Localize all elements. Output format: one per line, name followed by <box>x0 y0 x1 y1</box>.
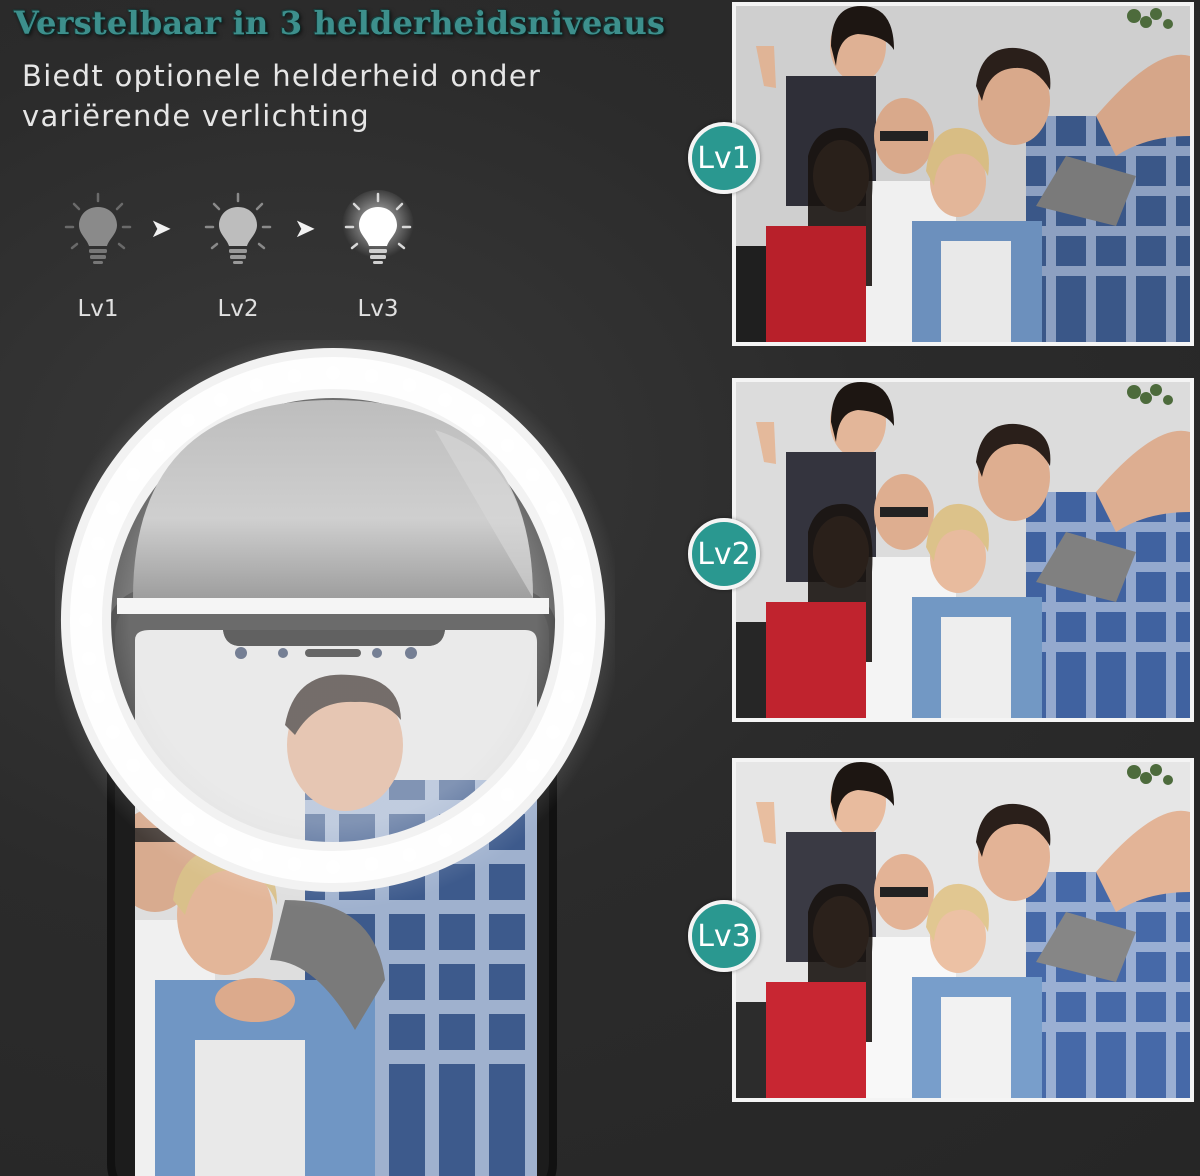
led-dot <box>91 689 106 704</box>
led-dot <box>438 833 453 848</box>
led-dot <box>213 392 228 407</box>
led-dot <box>180 812 195 827</box>
led-dot <box>287 857 302 871</box>
led-dot <box>364 857 379 871</box>
led-dot <box>79 613 93 627</box>
level-label-lv1: Lv1 <box>77 296 119 322</box>
arrow-right-icon: ➤ <box>294 214 316 244</box>
led-dot <box>105 500 120 515</box>
led-dot <box>402 378 417 393</box>
led-dot <box>213 833 228 848</box>
led-dot <box>180 413 195 428</box>
page-subtitle: Biedt optionele helderheid onder variëre… <box>22 59 542 133</box>
led-dot <box>560 536 575 551</box>
led-dot <box>151 438 166 453</box>
medium-bulb-icon <box>198 190 278 270</box>
level-label-lv2: Lv2 <box>217 296 259 322</box>
led-dot <box>82 651 96 666</box>
led-dot <box>525 758 540 773</box>
led-dot <box>249 847 264 862</box>
led-dot <box>570 574 584 589</box>
badge-lv3: Lv3 <box>688 900 760 972</box>
group-selfie-photo <box>736 762 1190 1098</box>
led-dot <box>287 369 302 383</box>
brightness-levels: ➤ ➤ Lv1 Lv2 Lv3 <box>0 190 460 340</box>
led-dot <box>525 467 540 482</box>
example-photo-lv1 <box>732 2 1194 346</box>
led-dot <box>438 392 453 407</box>
led-dot <box>570 651 584 666</box>
led-dot <box>471 812 486 827</box>
level-label-lv3: Lv3 <box>357 296 399 322</box>
phone-with-ring-light <box>55 340 615 1176</box>
example-photo-lv2 <box>732 378 1194 722</box>
led-dot <box>500 787 515 802</box>
led-dot <box>126 467 141 482</box>
page-title: Verstelbaar in 3 helderheidsniveaus <box>14 4 666 42</box>
arrow-right-icon: ➤ <box>150 214 172 244</box>
led-dot <box>249 378 264 393</box>
led-dot <box>573 613 587 627</box>
led-dot <box>471 413 486 428</box>
dim-bulb-icon <box>58 190 138 270</box>
bright-bulb-icon <box>338 190 418 270</box>
led-dot <box>402 847 417 862</box>
group-selfie-photo <box>736 382 1190 718</box>
led-dot <box>126 758 141 773</box>
group-selfie-photo <box>736 6 1190 342</box>
led-dot <box>326 860 340 874</box>
led-dot <box>500 438 515 453</box>
example-photo-lv3 <box>732 758 1194 1102</box>
led-dot <box>546 725 561 740</box>
led-dot <box>560 689 575 704</box>
led-dot <box>151 787 166 802</box>
led-dot <box>546 500 561 515</box>
led-dot <box>364 369 379 383</box>
led-dot <box>105 725 120 740</box>
led-dot <box>91 536 106 551</box>
led-dot <box>326 366 340 380</box>
badge-lv2: Lv2 <box>688 518 760 590</box>
led-dot <box>82 574 96 589</box>
badge-lv1: Lv1 <box>688 122 760 194</box>
